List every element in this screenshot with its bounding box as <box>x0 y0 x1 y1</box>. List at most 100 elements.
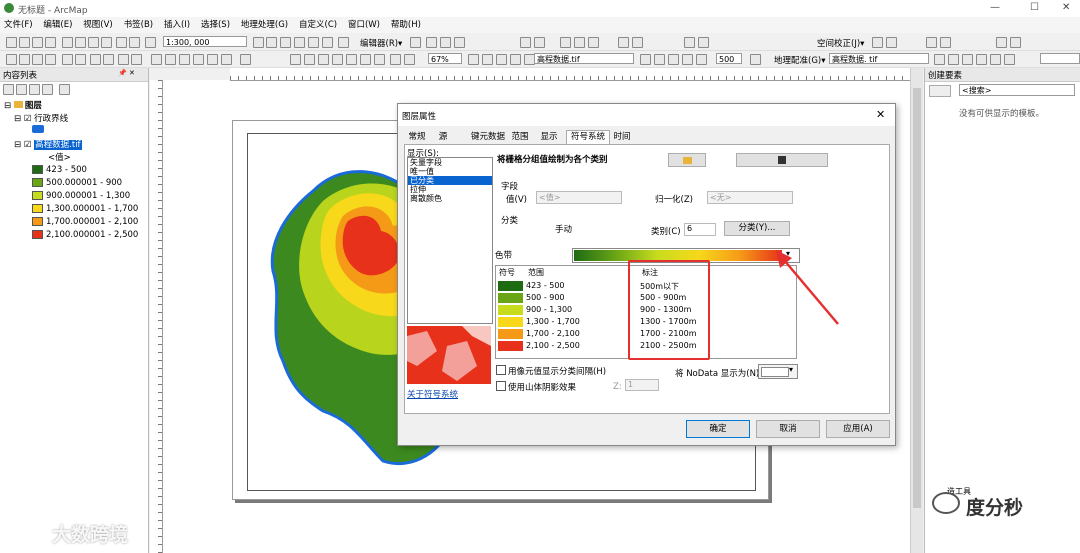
template-tools-icon[interactable] <box>929 85 951 97</box>
renderer-item-selected[interactable]: 已分类 <box>408 176 492 185</box>
paste-icon[interactable] <box>88 37 99 48</box>
data-driven-pages-icon[interactable] <box>510 54 521 65</box>
split-icon[interactable] <box>520 37 531 48</box>
effects-icon[interactable] <box>750 54 761 65</box>
brightness-icon[interactable] <box>654 54 665 65</box>
col-range-header[interactable]: 范围 <box>528 267 544 278</box>
full-extent-icon[interactable] <box>45 54 56 65</box>
toggle-draft-icon[interactable] <box>468 54 479 65</box>
undo-icon[interactable] <box>116 37 127 48</box>
pan-icon[interactable] <box>32 54 43 65</box>
zoom-100-icon[interactable] <box>346 54 357 65</box>
class-symbol[interactable] <box>498 341 523 351</box>
editor-toolbar-icon[interactable] <box>253 37 264 48</box>
renderer-item[interactable]: 唯一值 <box>408 167 492 176</box>
arctoolbox-icon[interactable] <box>308 37 319 48</box>
toc-window-icon[interactable] <box>266 37 277 48</box>
html-popup-icon[interactable] <box>221 54 232 65</box>
hillshade-checkbox[interactable] <box>496 381 506 391</box>
contrast-icon[interactable] <box>640 54 651 65</box>
time-slider-icon[interactable] <box>240 54 251 65</box>
toc-class-row[interactable]: 1,700.000001 - 2,100 <box>32 217 138 227</box>
redo-icon[interactable] <box>129 37 140 48</box>
classify-button[interactable]: 分类(Y)... <box>724 221 790 236</box>
zoom-out-icon[interactable] <box>19 54 30 65</box>
template-search-input[interactable]: <搜索> <box>959 84 1075 96</box>
arc-segment-icon[interactable] <box>454 37 465 48</box>
back-extent-icon[interactable] <box>90 54 101 65</box>
toc-class-row[interactable]: 2,100.000001 - 2,500 <box>32 230 138 240</box>
list-by-drawing-order-icon[interactable] <box>3 84 14 95</box>
link-table-icon[interactable] <box>926 37 937 48</box>
edge-match-icon[interactable] <box>684 37 695 48</box>
rotate-icon[interactable] <box>534 37 545 48</box>
shift-raster-icon[interactable] <box>962 54 973 65</box>
menu-windows[interactable]: 窗口(W) <box>344 17 384 33</box>
menu-file[interactable]: 文件(F) <box>0 17 37 33</box>
identify-icon[interactable] <box>165 54 176 65</box>
zoom-percent-input[interactable]: 67% <box>428 53 462 64</box>
scale-raster-icon[interactable] <box>976 54 987 65</box>
class-symbol[interactable] <box>498 281 523 291</box>
transparency-icon[interactable] <box>668 54 679 65</box>
tab-source[interactable]: 源 <box>436 131 450 144</box>
save-icon[interactable] <box>32 37 43 48</box>
layout-back-icon[interactable] <box>390 54 401 65</box>
toc-class-row[interactable]: 500.000001 - 900 <box>32 178 122 188</box>
tab-time[interactable]: 时间 <box>611 131 633 144</box>
catalog-icon[interactable] <box>280 37 291 48</box>
tab-extent[interactable]: 范围 <box>509 131 531 144</box>
renderer-item[interactable]: 拉伸 <box>408 185 492 194</box>
scrollbar-thumb[interactable] <box>913 88 921 508</box>
zoom-whole-page-icon[interactable] <box>332 54 343 65</box>
save-symbology-button[interactable] <box>736 153 828 167</box>
about-symbology-link[interactable]: 关于符号系统 <box>407 388 458 400</box>
nodata-color-picker[interactable]: ▾ <box>758 364 798 379</box>
sketch-icon[interactable] <box>426 37 437 48</box>
dialog-close-button[interactable]: ✕ <box>876 108 885 121</box>
python-icon[interactable] <box>322 37 333 48</box>
view-links-icon[interactable] <box>940 37 951 48</box>
layout-zoom-out-icon[interactable] <box>304 54 315 65</box>
toc-layer-dem[interactable]: ⊟ ☑ 高程数据.tif <box>14 138 82 150</box>
renderer-list[interactable]: 矢量字段 唯一值 已分类 拉伸 离散颜色 <box>407 157 493 324</box>
sketch-properties-icon[interactable] <box>574 37 585 48</box>
swipe-icon[interactable] <box>682 54 693 65</box>
find-icon[interactable] <box>179 54 190 65</box>
search-window-icon[interactable] <box>294 37 305 48</box>
value-combo[interactable]: <值> <box>536 191 622 204</box>
fixed-zoom-in-icon[interactable] <box>62 54 73 65</box>
focus-data-frame-icon[interactable] <box>482 54 493 65</box>
flicker-icon[interactable] <box>696 54 707 65</box>
minimize-button[interactable]: — <box>990 2 1000 13</box>
straight-segment-icon[interactable] <box>440 37 451 48</box>
class-symbol[interactable] <box>498 317 523 327</box>
create-features-icon[interactable] <box>588 37 599 48</box>
add-control-points-icon[interactable] <box>934 54 945 65</box>
tab-general[interactable]: 常规 <box>406 131 428 144</box>
toc-class-row[interactable]: 900.000001 - 1,300 <box>32 191 130 201</box>
menu-edit[interactable]: 编辑(E) <box>39 17 76 33</box>
add-data-icon[interactable] <box>145 37 156 48</box>
attributes-icon[interactable] <box>560 37 571 48</box>
toc-pin-close[interactable]: 📌 ✕ <box>118 69 135 77</box>
toc-options-icon[interactable] <box>59 84 70 95</box>
class-symbol[interactable] <box>498 305 523 315</box>
list-by-source-icon[interactable] <box>16 84 27 95</box>
georef-layer-combo[interactable]: 高程数据. tif <box>829 53 929 64</box>
menu-geoprocessing[interactable]: 地理处理(G) <box>237 17 292 33</box>
forward-extent-icon[interactable] <box>103 54 114 65</box>
spatial-adjust-menu[interactable]: 空间校正(J)▾ <box>817 37 864 49</box>
georef-more-icon[interactable] <box>1004 54 1015 65</box>
copy-icon[interactable] <box>75 37 86 48</box>
select-link-icon[interactable] <box>872 37 883 48</box>
layout-forward-icon[interactable] <box>404 54 415 65</box>
pixel-value-checkbox[interactable] <box>496 365 506 375</box>
z-factor-input[interactable]: 1 <box>625 379 659 391</box>
layer-combo[interactable]: 高程数据.tif <box>534 53 634 64</box>
menu-selection[interactable]: 选择(S) <box>197 17 234 33</box>
ok-button[interactable]: 确定 <box>686 420 750 438</box>
edit-tool-icon[interactable] <box>410 37 421 48</box>
class-symbol[interactable] <box>498 293 523 303</box>
toc-class-row[interactable]: 1,300.000001 - 1,700 <box>32 204 138 214</box>
